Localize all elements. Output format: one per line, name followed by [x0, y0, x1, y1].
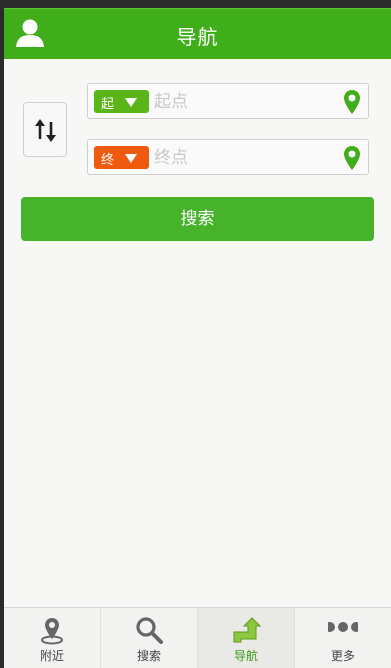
tab-label: 搜索 — [136, 649, 161, 663]
end-tag-label: 终 — [101, 153, 115, 168]
location-pin-icon[interactable] — [343, 89, 361, 115]
end-point-field: 终 — [87, 139, 369, 175]
start-point-input[interactable] — [154, 90, 334, 114]
end-type-dropdown[interactable]: 终 — [94, 146, 149, 169]
tab-more[interactable]: 更多 — [295, 608, 391, 668]
route-arrow-icon — [231, 615, 262, 645]
tab-nearby[interactable]: 附近 — [4, 608, 101, 668]
location-pin-icon[interactable] — [343, 145, 361, 171]
tab-label: 附近 — [39, 649, 64, 663]
more-dots-icon — [325, 615, 361, 645]
tab-label: 更多 — [330, 649, 355, 663]
tab-label: 导航 — [233, 649, 258, 663]
tab-navigation[interactable]: 导航 — [198, 608, 295, 668]
dropdown-arrow-icon — [125, 98, 137, 107]
magnifier-icon — [134, 615, 164, 645]
swap-button[interactable] — [23, 102, 67, 157]
bottom-tab-bar: 附近 搜索 导航 更多 — [4, 607, 391, 668]
page-title: 导航 — [176, 25, 219, 49]
tab-search[interactable]: 搜索 — [101, 608, 198, 668]
app-window: 导航 起 终 — [4, 8, 391, 668]
search-button[interactable]: 搜索 — [21, 197, 374, 241]
start-point-field: 起 — [87, 83, 369, 119]
start-type-dropdown[interactable]: 起 — [94, 90, 149, 113]
start-tag-label: 起 — [101, 97, 115, 112]
dropdown-arrow-icon — [125, 154, 137, 163]
swap-arrows-icon — [35, 119, 56, 142]
location-pin-icon — [37, 615, 67, 645]
end-point-input[interactable] — [154, 146, 334, 170]
top-bar: 导航 — [4, 8, 391, 59]
